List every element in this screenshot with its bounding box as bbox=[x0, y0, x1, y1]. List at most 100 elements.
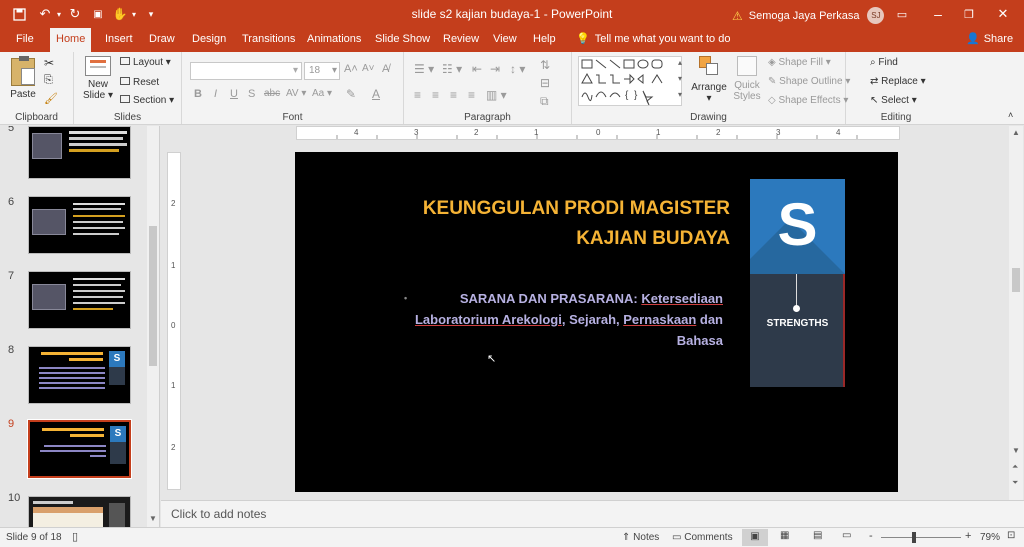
zoom-slider[interactable] bbox=[881, 532, 961, 543]
new-slide-button[interactable]: New Slide ▾ bbox=[80, 56, 116, 101]
tab-file[interactable]: File bbox=[10, 28, 40, 52]
cut-icon[interactable]: ✂ bbox=[44, 56, 54, 70]
decrease-font-icon[interactable]: A˅ bbox=[362, 63, 375, 74]
shape-outline-button[interactable]: ✎ Shape Outline ▾ bbox=[768, 76, 850, 87]
font-color-icon[interactable]: A bbox=[372, 87, 380, 101]
paste-button[interactable]: Paste bbox=[6, 56, 40, 100]
reading-view-icon[interactable]: ▤ bbox=[813, 530, 822, 541]
tab-slide-show[interactable]: Slide Show bbox=[369, 28, 436, 52]
shape-fill-button[interactable]: ◈ Shape Fill ▾ bbox=[768, 57, 831, 68]
align-center-icon[interactable]: ≡ bbox=[432, 88, 439, 102]
tab-animations[interactable]: Animations bbox=[301, 28, 367, 52]
ribbon-display-options-icon[interactable]: ▭ bbox=[893, 5, 911, 23]
quick-styles-button[interactable]: Quick Styles bbox=[730, 56, 764, 102]
align-left-icon[interactable]: ≡ bbox=[414, 88, 421, 102]
spellcheck-icon[interactable]: ▯ bbox=[72, 530, 78, 543]
shadow-icon[interactable]: S bbox=[248, 88, 255, 100]
normal-view-icon[interactable]: ▣ bbox=[742, 529, 768, 546]
tab-transitions[interactable]: Transitions bbox=[236, 28, 301, 52]
tab-view[interactable]: View bbox=[487, 28, 523, 52]
zoom-out-icon[interactable]: - bbox=[869, 530, 873, 542]
smartart-icon[interactable]: ⧉ bbox=[540, 94, 549, 109]
reset-button[interactable]: Reset bbox=[120, 77, 159, 88]
text-direction-icon[interactable]: ⇅ bbox=[540, 58, 550, 72]
slideshow-view-icon[interactable]: ▭ bbox=[842, 530, 851, 541]
notes-pane[interactable]: Click to add notes bbox=[161, 500, 1024, 527]
slide-thumbnail-8[interactable]: S bbox=[28, 346, 131, 404]
strengths-badge[interactable]: S STRENGTHS bbox=[750, 179, 845, 387]
numbering-icon[interactable]: ☷ ▾ bbox=[442, 62, 462, 76]
layout-button[interactable]: Layout ▾ bbox=[120, 57, 171, 68]
slide-sorter-icon[interactable]: ▦ bbox=[780, 530, 789, 541]
align-right-icon[interactable]: ≡ bbox=[450, 88, 457, 102]
bullets-icon[interactable]: ☰ ▾ bbox=[414, 62, 434, 76]
justify-icon[interactable]: ≡ bbox=[468, 88, 475, 102]
tab-help[interactable]: Help bbox=[527, 28, 562, 52]
slide-scroll-down-icon[interactable]: ▼ bbox=[1012, 446, 1020, 455]
italic-icon[interactable]: I bbox=[214, 88, 217, 100]
slide-thumbnail-9-selected[interactable]: S bbox=[27, 419, 132, 479]
section-button[interactable]: Section ▾ bbox=[120, 95, 174, 106]
notes-toggle[interactable]: ⇑ Notes bbox=[622, 532, 659, 543]
change-case-icon[interactable]: Aa ▾ bbox=[312, 88, 332, 99]
slide-canvas[interactable]: KEUNGGULAN PRODI MAGISTER KAJIAN BUDAYA … bbox=[295, 152, 898, 492]
font-name-box[interactable]: ▾ bbox=[190, 62, 302, 80]
shapes-scroll-down-icon[interactable]: ▾ bbox=[678, 74, 682, 83]
slide-thumbnail-5[interactable] bbox=[28, 126, 131, 179]
tab-insert[interactable]: Insert bbox=[99, 28, 139, 52]
shapes-gallery[interactable]: {} bbox=[578, 56, 682, 106]
thumbnail-scrollbar[interactable]: ▼ bbox=[147, 126, 159, 527]
close-icon[interactable]: ✕ bbox=[994, 5, 1012, 23]
find-button[interactable]: ⌕ Find bbox=[870, 57, 898, 68]
bold-icon[interactable]: B bbox=[194, 88, 202, 100]
columns-icon[interactable]: ▥ ▾ bbox=[486, 88, 507, 102]
tell-me-box[interactable]: 💡 Tell me what you want to do bbox=[570, 28, 736, 52]
increase-font-icon[interactable]: A˄ bbox=[344, 63, 358, 75]
tab-design[interactable]: Design bbox=[186, 28, 232, 52]
slide-title[interactable]: KEUNGGULAN PRODI MAGISTER KAJIAN BUDAYA bbox=[423, 194, 730, 254]
slide-thumbnail-6[interactable] bbox=[28, 196, 131, 254]
next-slide-icon[interactable]: ⏷ bbox=[1012, 478, 1018, 488]
effects-icon: ◇ bbox=[768, 95, 776, 106]
fit-slide-icon[interactable]: ⊡ bbox=[1007, 530, 1015, 541]
zoom-level[interactable]: 79% bbox=[980, 532, 1000, 543]
thumbnail-scrollbar-thumb[interactable] bbox=[149, 226, 157, 366]
format-painter-icon[interactable]: 🖌 bbox=[44, 92, 58, 105]
account-area[interactable]: ⚠ Semoga Jaya Perkasa SJ bbox=[732, 7, 885, 24]
minimize-icon[interactable]: – bbox=[929, 5, 947, 23]
copy-icon[interactable]: ⎘ bbox=[44, 74, 53, 87]
line-spacing-icon[interactable]: ↕ ▾ bbox=[510, 62, 525, 76]
font-size-box[interactable]: 18 ▾ bbox=[304, 62, 340, 80]
zoom-in-icon[interactable]: + bbox=[965, 530, 971, 542]
select-button[interactable]: ↖ Select ▾ bbox=[870, 95, 917, 106]
comments-toggle[interactable]: ▭ Comments bbox=[672, 532, 733, 543]
tab-draw[interactable]: Draw bbox=[143, 28, 181, 52]
char-spacing-icon[interactable]: AV ▾ bbox=[286, 88, 306, 99]
shapes-more-icon[interactable]: ▾ bbox=[678, 90, 682, 99]
shapes-scroll-up-icon[interactable]: ▴ bbox=[678, 58, 682, 67]
underline-icon[interactable]: U bbox=[230, 88, 238, 100]
clear-formatting-icon[interactable]: A̸ bbox=[382, 63, 389, 75]
slide-scrollbar-thumb[interactable] bbox=[1012, 268, 1020, 292]
collapse-ribbon-icon[interactable]: ˄ bbox=[1008, 110, 1013, 120]
slide-thumbnail-10[interactable] bbox=[28, 496, 131, 527]
decrease-indent-icon[interactable]: ⇤ bbox=[472, 62, 482, 76]
tab-home[interactable]: Home bbox=[50, 28, 92, 52]
replace-button[interactable]: ⇄ Replace ▾ bbox=[870, 76, 926, 87]
restore-icon[interactable]: ❐ bbox=[960, 5, 978, 23]
zoom-slider-thumb[interactable] bbox=[912, 532, 916, 543]
highlight-icon[interactable]: ✎ bbox=[346, 87, 356, 101]
shape-effects-button[interactable]: ◇ Shape Effects ▾ bbox=[768, 95, 848, 106]
increase-indent-icon[interactable]: ⇥ bbox=[490, 62, 500, 76]
tab-review[interactable]: Review bbox=[437, 28, 485, 52]
slide-scrollbar[interactable]: ▲ ▼ ⏶ ⏷ bbox=[1009, 126, 1023, 500]
slide-thumbnail-7[interactable] bbox=[28, 271, 131, 329]
arrange-button[interactable]: Arrange ▾ bbox=[690, 56, 728, 104]
share-button[interactable]: 👤 Share bbox=[960, 28, 1019, 52]
previous-slide-icon[interactable]: ⏶ bbox=[1012, 462, 1018, 472]
align-text-icon[interactable]: ⊟ bbox=[540, 76, 550, 90]
slide-scroll-up-icon[interactable]: ▲ bbox=[1012, 128, 1020, 137]
thumbnail-scroll-down-icon[interactable]: ▼ bbox=[149, 514, 157, 523]
strikethrough-icon[interactable]: abc bbox=[264, 88, 280, 99]
slide-body-text[interactable]: • SARANA DAN PRASARANA: Ketersediaan Lab… bbox=[380, 288, 723, 351]
